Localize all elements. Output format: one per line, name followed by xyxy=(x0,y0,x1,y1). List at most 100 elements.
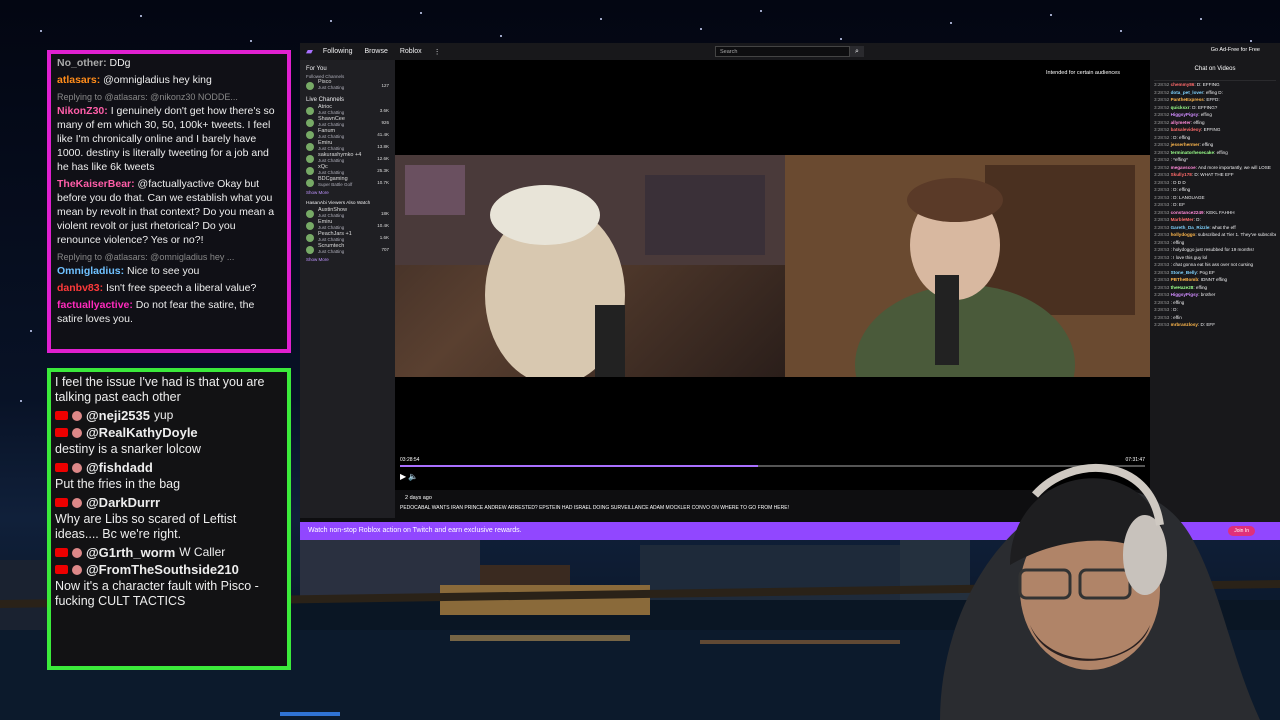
star xyxy=(420,12,422,14)
sidebar-channel[interactable]: Emiru Just Chatting 10.4K xyxy=(306,219,389,231)
sidebar-channel[interactable]: xQc Just Chatting 25.3K xyxy=(306,164,389,176)
chat-text: And more importantly, we will LOSE xyxy=(1197,164,1271,170)
search-icon[interactable]: ⌕ xyxy=(850,46,864,57)
ad-free-button[interactable]: Go Ad-Free for Free xyxy=(1211,47,1260,53)
sidebar-channel[interactable]: Scrumtech Just Chatting 707 xyxy=(306,243,389,255)
yt-chat-message: @G1rth_worm W Caller xyxy=(55,545,283,560)
chat-line: 3:28:52 HiggsyPigsy: effing xyxy=(1154,112,1212,117)
viewer-count: 13.8K xyxy=(377,144,389,149)
volume-icon[interactable]: 🔈 xyxy=(408,472,418,481)
chat-text: EFFING xyxy=(1203,127,1221,132)
chat-username: @RealKathyDoyle xyxy=(86,425,198,440)
chat-timestamp: 3:28:52 xyxy=(1154,127,1170,132)
chat-line: 3:28:52 megavscoe: And more importantly,… xyxy=(1154,164,1271,170)
nav-browse[interactable]: Browse xyxy=(365,48,388,55)
play-icon[interactable]: ▶ 🔈 xyxy=(400,472,418,481)
chat-username: terminatorhesecake xyxy=(1170,149,1215,155)
channel-category: Just Chatting xyxy=(318,213,345,218)
overlay-chat-message: Replying to @atlasars: @nikonz30 NODDE..… xyxy=(57,90,281,174)
chat-timestamp: 3:28:52 xyxy=(1154,149,1170,155)
chat-text: D: EFFING xyxy=(1196,82,1220,87)
sidebar-channel[interactable]: AustinShow Just Chatting 18K xyxy=(306,207,389,219)
chat-text: KEKL FAHHH xyxy=(1206,209,1235,215)
nav-following[interactable]: Following xyxy=(323,48,353,55)
overlay-chat-message: TheKaiserBear: @factuallyactive Okay but… xyxy=(57,177,281,247)
video-feed-right xyxy=(785,155,1150,445)
chat-timestamp: 3:28:52 xyxy=(1154,134,1170,140)
chat-username: NikonZ30: xyxy=(57,105,108,117)
chat-line: 3:28:53 : chat gonna eat his ass over no… xyxy=(1154,262,1254,267)
chat-timestamp: 3:28:52 xyxy=(1154,119,1170,125)
sidebar-channel[interactable]: PeachJars +1 Just Chatting 1.6K xyxy=(306,231,389,243)
star xyxy=(760,10,762,12)
chat-line: 3:28:53 : effing xyxy=(1154,239,1185,245)
chat-username: @FromTheSouthside210 xyxy=(86,562,239,577)
more-icon[interactable]: ⋮ xyxy=(434,48,441,56)
viewer-count: 1.6K xyxy=(379,235,389,240)
current-time: 03:28:54 xyxy=(400,457,420,463)
overlay-chat-message: atlasars: @omnigladius hey king xyxy=(57,73,281,87)
chat-line: 3:28:53 : D D D xyxy=(1154,179,1186,185)
chat-text: holydoggo just resubbed for 19 months! xyxy=(1173,247,1254,252)
show-more-link[interactable]: Show More xyxy=(306,190,389,195)
star xyxy=(30,330,32,332)
chat-username: @G1rth_worm xyxy=(86,545,176,560)
sidebar-channel[interactable]: BDCgaming Super Battle Golf 10.7K xyxy=(306,176,389,188)
chat-line: 3:28:53 : D: EF xyxy=(1154,202,1185,207)
youtube-icon xyxy=(55,565,68,574)
chat-line: 3:28:53 Gareth_Da_Rizzle: what the eff xyxy=(1154,224,1236,230)
avatar xyxy=(306,221,314,230)
viewer-count: 926 xyxy=(381,120,389,125)
avatar xyxy=(306,118,314,127)
chat-text: effin xyxy=(1173,314,1182,320)
chat-username: factuallyactive: xyxy=(57,299,133,311)
chat-username: atlasars: xyxy=(57,74,101,86)
nav-roblox[interactable]: Roblox xyxy=(400,48,422,55)
chat-timestamp: 3:28:52 xyxy=(1154,142,1170,147)
chat-line: 3:28:52 : D: effing xyxy=(1154,134,1191,140)
chat-text: Put the fries in the bag xyxy=(55,477,181,491)
sidebar-channel[interactable]: Emiru Just Chatting 13.8K xyxy=(306,140,389,152)
avatar xyxy=(72,547,82,558)
chat-line: 3:28:53 constance2249: KEKL FAHHH xyxy=(1154,209,1235,215)
video-date: 2 days ago xyxy=(405,495,432,501)
chat-timestamp: 3:28:52 xyxy=(1154,164,1170,170)
sidebar-channel[interactable]: Pisco Just Chatting 127 xyxy=(306,79,389,91)
avatar xyxy=(306,178,314,187)
channel-category: Just Chatting xyxy=(318,158,345,163)
chat-timestamp: 3:28:53 xyxy=(1154,262,1170,267)
yt-chat-message: @DarkDurrr xyxy=(55,495,283,510)
avatar xyxy=(72,497,82,508)
chat-text: brother xyxy=(1200,292,1216,297)
star xyxy=(950,22,952,24)
avatar xyxy=(306,209,314,218)
chat-line: 3:28:53 mrbranzlosy: D: EFF xyxy=(1154,322,1216,327)
chat-username: dota_pet_lover xyxy=(1170,89,1204,95)
video-player[interactable]: Intended for certain audiences 03:28:54 xyxy=(395,60,1150,490)
chat-text: D: LANGUAGE xyxy=(1173,194,1205,200)
chat-text: Now it's a character fault with Pisco - … xyxy=(55,579,259,608)
chat-timestamp: 3:28:53 xyxy=(1154,322,1170,327)
chat-text: chat gonna eat his ass over not cursing xyxy=(1173,262,1254,267)
chat-text: effing xyxy=(1173,239,1185,245)
search-input[interactable]: Search xyxy=(715,46,850,57)
chat-timestamp: 3:28:53 xyxy=(1154,232,1170,237)
audience-notice[interactable]: Intended for certain audiences xyxy=(1046,70,1120,76)
twitch-logo-icon[interactable]: ▰ xyxy=(306,46,313,57)
sidebar-also-watch-label: HasanAbi Viewers Also Watch xyxy=(306,201,371,206)
show-more-link[interactable]: Show More xyxy=(306,257,389,262)
chat-line: 3:28:53 PBTheBomb: IDNNT effing xyxy=(1154,277,1228,282)
yt-chat-message: @neji2535 yup xyxy=(55,408,283,423)
chat-line: 3:28:53 hollydoggo: subscribed at Tier 1… xyxy=(1154,232,1276,239)
sidebar-channel[interactable]: Atrioc Just Chatting 3.6K xyxy=(306,104,389,116)
chat-timestamp: 3:28:53 xyxy=(1154,224,1170,230)
chat-message-text: I feel the issue I've had is that you ar… xyxy=(55,375,265,404)
star xyxy=(1120,30,1122,32)
sidebar-channel[interactable]: sakurashymko +4 Just Chatting 12.6K xyxy=(306,152,389,164)
sidebar-channel[interactable]: Fanum Just Chatting 41.4K xyxy=(306,128,389,140)
chat-line: 3:28:53 : I love this guy lol xyxy=(1154,254,1208,260)
chat-timestamp: 3:28:53 xyxy=(1154,284,1170,290)
twitch-sidebar: For You Followed Channels Pisco Just Chat… xyxy=(300,60,395,518)
chat-timestamp: 3:28:53 xyxy=(1154,277,1170,282)
sidebar-channel[interactable]: ShawnCee Just Chatting 926 xyxy=(306,116,389,128)
